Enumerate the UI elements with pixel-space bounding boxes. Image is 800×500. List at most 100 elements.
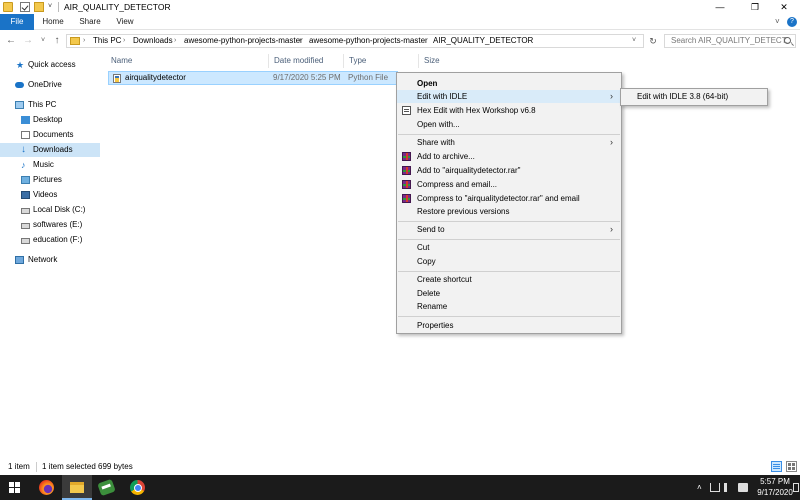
keyboard-icon[interactable]	[738, 483, 748, 492]
sidebar-item-local-disk-c[interactable]: Local Disk (C:)	[0, 203, 100, 217]
sidebar-item-quick-access[interactable]: ★ Quick access	[0, 58, 100, 72]
star-icon: ★	[16, 60, 25, 70]
start-button[interactable]	[0, 475, 30, 500]
column-header-size[interactable]: Size	[424, 56, 440, 66]
sidebar-item-label: Desktop	[33, 115, 63, 124]
winrar-icon	[402, 180, 411, 189]
search-icon	[784, 37, 791, 44]
help-icon[interactable]: ?	[787, 17, 797, 27]
up-button[interactable]: ↑	[50, 34, 64, 48]
new-folder-icon[interactable]	[34, 2, 44, 12]
menu-item-send-to[interactable]: Send to ›	[397, 223, 621, 236]
menu-item-properties[interactable]: Properties	[397, 319, 621, 332]
sidebar-item-pictures[interactable]: Pictures	[0, 173, 100, 187]
breadcrumb-awesome-python-projects-master[interactable]: awesome-python-projects-master	[184, 35, 303, 47]
tab-home[interactable]: Home	[36, 14, 70, 30]
column-divider[interactable]	[418, 54, 419, 68]
tab-share[interactable]: Share	[74, 14, 106, 30]
menu-item-open-with[interactable]: Open with...	[397, 118, 621, 131]
menu-item-edit-with-idle-38[interactable]: Edit with IDLE 3.8 (64-bit)	[637, 89, 728, 105]
breadcrumb-separator[interactable]: ›	[123, 35, 125, 47]
sidebar-item-music[interactable]: ♪ Music	[0, 158, 100, 172]
clock-date[interactable]: 9/17/2020	[755, 488, 795, 498]
computer-icon	[15, 101, 24, 109]
menu-item-edit-with-idle[interactable]: Edit with IDLE ›	[397, 90, 621, 103]
column-header-name[interactable]: Name	[111, 56, 132, 66]
breadcrumb-separator[interactable]: ›	[174, 35, 176, 47]
file-name: airqualitydetector	[125, 73, 186, 82]
network-icon[interactable]	[710, 483, 720, 492]
menu-item-add-to-archive[interactable]: Add to archive...	[397, 150, 621, 163]
address-bar[interactable]: › This PC › Downloads › awesome-python-p…	[66, 34, 644, 48]
address-dropdown-icon[interactable]: ˅	[632, 34, 636, 48]
column-header-date-modified[interactable]: Date modified	[274, 56, 323, 66]
menu-item-cut[interactable]: Cut	[397, 241, 621, 254]
breadcrumb-separator[interactable]: ›	[423, 35, 425, 47]
menu-item-delete[interactable]: Delete	[397, 287, 621, 300]
sidebar-item-label: softwares (E:)	[33, 220, 83, 229]
close-button[interactable]: ✕	[768, 0, 800, 14]
music-icon: ♪	[21, 160, 26, 170]
column-divider[interactable]	[343, 54, 344, 68]
menu-separator	[398, 271, 620, 272]
sidebar-item-education-f[interactable]: education (F:)	[0, 233, 100, 247]
menu-item-compress-rar-and-email[interactable]: Compress to "airqualitydetector.rar" and…	[397, 192, 621, 205]
show-hidden-icons-button[interactable]: ˄	[697, 475, 702, 500]
volume-icon[interactable]	[724, 483, 734, 492]
column-divider[interactable]	[268, 54, 269, 68]
sidebar-item-downloads[interactable]: ↓ Downloads	[0, 143, 100, 157]
recent-locations-button[interactable]: ˅	[36, 34, 50, 48]
taskbar-file-explorer[interactable]	[62, 475, 92, 500]
menu-item-copy[interactable]: Copy	[397, 255, 621, 268]
taskbar-firefox[interactable]	[32, 475, 62, 500]
sidebar-item-desktop[interactable]: Desktop	[0, 113, 100, 127]
tab-file[interactable]: File	[0, 14, 34, 30]
menu-item-create-shortcut[interactable]: Create shortcut	[397, 273, 621, 286]
sidebar-item-onedrive[interactable]: OneDrive	[0, 78, 100, 92]
breadcrumb-this-pc[interactable]: This PC	[93, 35, 121, 47]
menu-item-label: Compress and email...	[417, 180, 498, 189]
sidebar-item-network[interactable]: Network	[0, 253, 100, 267]
menu-item-rename[interactable]: Rename	[397, 300, 621, 313]
properties-check-icon[interactable]	[20, 2, 30, 12]
forward-button[interactable]: →	[21, 34, 35, 48]
taskbar-app[interactable]	[92, 475, 122, 500]
drive-icon	[21, 223, 30, 229]
menu-item-open[interactable]: Open	[397, 77, 621, 90]
menu-item-compress-and-email[interactable]: Compress and email...	[397, 178, 621, 191]
title-divider	[58, 2, 59, 12]
search-input[interactable]: Search AIR_QUALITY_DETECT...	[664, 34, 796, 48]
customize-quick-access-icon[interactable]: ˅	[48, 3, 52, 10]
tab-view[interactable]: View	[110, 14, 140, 30]
large-icons-view-icon[interactable]	[786, 461, 797, 472]
breadcrumb-separator[interactable]: ›	[83, 35, 85, 47]
sidebar-item-label: Documents	[33, 130, 74, 139]
table-row[interactable]: airqualitydetector 9/17/2020 5:25 PM Pyt…	[108, 71, 398, 85]
breadcrumb-air-quality-detector[interactable]: AIR_QUALITY_DETECTOR	[433, 35, 533, 47]
clock-time[interactable]: 5:57 PM	[755, 477, 795, 487]
sidebar-item-label: Downloads	[33, 145, 73, 154]
breadcrumb-awesome-python-projects-master-2[interactable]: awesome-python-projects-master	[309, 35, 428, 47]
taskbar-chrome[interactable]	[123, 475, 153, 500]
breadcrumb-downloads[interactable]: Downloads	[133, 35, 173, 47]
menu-item-restore-previous-versions[interactable]: Restore previous versions	[397, 205, 621, 218]
file-date-modified: 9/17/2020 5:25 PM	[273, 73, 341, 82]
menu-item-add-to-rar[interactable]: Add to "airqualitydetector.rar"	[397, 164, 621, 177]
sidebar-item-documents[interactable]: Documents	[0, 128, 100, 142]
column-header-type[interactable]: Type	[349, 56, 366, 66]
back-button[interactable]: ←	[4, 34, 18, 48]
menu-item-hex-edit[interactable]: Hex Edit with Hex Workshop v6.8	[397, 104, 621, 117]
notifications-icon[interactable]	[793, 483, 799, 492]
menu-item-share-with[interactable]: Share with ›	[397, 136, 621, 149]
details-view-icon[interactable]	[771, 461, 782, 472]
sidebar-item-this-pc[interactable]: This PC	[0, 98, 100, 112]
breadcrumb-separator[interactable]: ›	[299, 35, 301, 47]
winrar-icon	[402, 166, 411, 175]
minimize-button[interactable]: —	[700, 0, 740, 14]
network-icon	[15, 256, 24, 264]
sidebar-item-videos[interactable]: Videos	[0, 188, 100, 202]
refresh-button[interactable]: ↻	[646, 34, 660, 48]
sidebar-item-softwares-e[interactable]: softwares (E:)	[0, 218, 100, 232]
expand-ribbon-icon[interactable]: ˅	[775, 14, 780, 30]
drive-icon	[21, 238, 30, 244]
